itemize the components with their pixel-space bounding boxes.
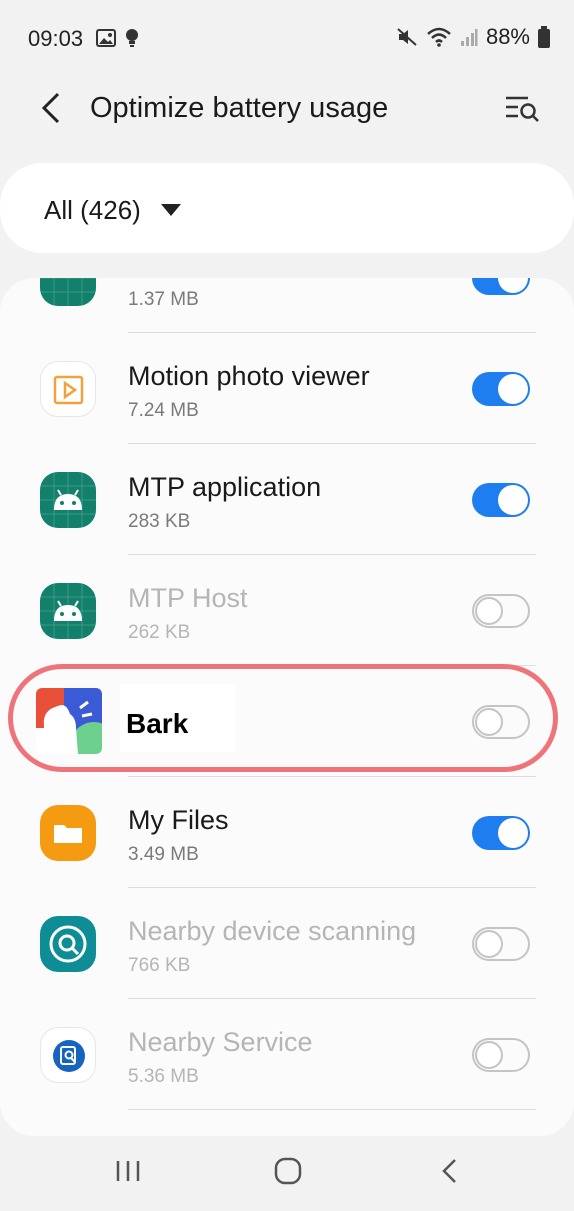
list-item[interactable]: MTP application 283 KB [0, 444, 574, 555]
status-time: 09:03 [28, 26, 84, 51]
caret-down-icon [160, 203, 182, 217]
app-size: 3.49 MB [128, 844, 199, 865]
divider [128, 1109, 536, 1110]
nav-back-icon[interactable] [424, 1151, 474, 1191]
list-item[interactable]: Nearby device scanning 766 KB [0, 888, 574, 999]
signal-icon [460, 27, 478, 47]
image-icon [96, 28, 116, 48]
lightbulb-icon [124, 28, 140, 48]
optimize-toggle[interactable] [472, 483, 530, 517]
android-icon [40, 472, 96, 528]
back-arrow-icon[interactable] [36, 90, 66, 126]
app-name: MTP Host [128, 583, 248, 613]
app-size: 262 KB [128, 622, 191, 643]
filter-label: All (426) [44, 195, 141, 225]
folder-icon [40, 805, 96, 861]
optimize-toggle[interactable] [472, 594, 530, 628]
list-item[interactable]: 1.37 MB [0, 278, 574, 333]
navigation-bar [0, 1135, 574, 1211]
optimize-toggle[interactable] [472, 278, 530, 295]
list-item[interactable]: MTP Host 262 KB [0, 555, 574, 666]
mute-icon [396, 27, 418, 47]
bark-name-box: Bark [120, 684, 235, 752]
list-item[interactable]: Motion photo viewer 7.24 MB [0, 333, 574, 444]
app-size: 283 KB [128, 511, 191, 532]
list-search-icon[interactable] [504, 92, 540, 124]
app-name: Nearby Service [128, 1027, 313, 1057]
page-title: Optimize battery usage [90, 92, 389, 124]
bark-app-icon [36, 688, 102, 754]
android-icon [40, 583, 96, 639]
nearby-service-icon [40, 1027, 96, 1083]
home-icon[interactable] [263, 1151, 313, 1191]
wifi-icon [426, 27, 452, 47]
android-icon [40, 278, 96, 306]
app-name: Motion photo viewer [128, 361, 370, 391]
list-item[interactable]: My Files 3.49 MB [0, 777, 574, 888]
app-name: My Files [128, 805, 229, 835]
app-name: Nearby device scanning [128, 916, 417, 946]
app-size: 766 KB [128, 955, 191, 976]
optimize-toggle[interactable] [472, 927, 530, 961]
app-name: MTP application [128, 472, 322, 502]
nearby-scan-icon [40, 916, 96, 972]
filter-dropdown[interactable]: All (426) [0, 163, 574, 253]
app-header: Optimize battery usage [0, 78, 574, 138]
optimize-toggle[interactable] [472, 705, 530, 739]
app-size: 1.37 MB [128, 289, 199, 310]
optimize-toggle[interactable] [472, 1038, 530, 1072]
app-name: Bark [126, 708, 189, 739]
list-item[interactable] [0, 666, 574, 777]
battery-percent: 88% [485, 24, 530, 49]
optimize-toggle[interactable] [472, 816, 530, 850]
app-list: 1.37 MB Motion photo viewer 7.24 MB MTP … [0, 278, 574, 1136]
recents-icon[interactable] [103, 1151, 153, 1191]
motion-photo-icon [40, 361, 96, 417]
app-size: 7.24 MB [128, 400, 199, 421]
battery-icon [538, 26, 550, 48]
optimize-toggle[interactable] [472, 372, 530, 406]
status-bar: 09:03 88% [0, 0, 574, 76]
list-item[interactable]: Nearby Service 5.36 MB [0, 999, 574, 1110]
app-size: 5.36 MB [128, 1066, 199, 1087]
